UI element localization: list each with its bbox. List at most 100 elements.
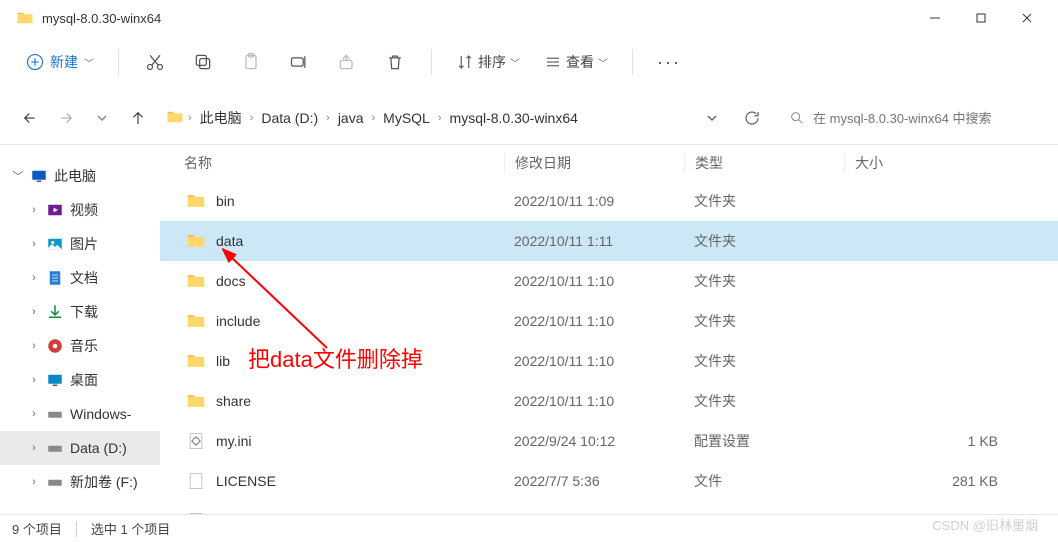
chevron-icon[interactable]: › [28,238,40,250]
view-button[interactable]: 查看 ﹀ [536,48,616,76]
tree-icon [46,303,64,321]
column-type[interactable]: 类型 [684,153,844,173]
cut-button[interactable] [135,44,175,80]
breadcrumb-item[interactable]: mysql-8.0.30-winx64 [446,108,582,128]
column-size[interactable]: 大小 [844,153,1058,173]
chevron-icon[interactable]: › [28,272,40,284]
column-name[interactable]: 名称 [184,153,504,173]
window-title: mysql-8.0.30-winx64 [42,11,912,26]
tree-icon [46,235,64,253]
breadcrumb-item[interactable]: MySQL [379,108,434,128]
file-name: bin [216,193,504,209]
sidebar-item[interactable]: ﹀ 此电脑 [0,159,160,193]
breadcrumb-item[interactable]: 此电脑 [196,106,246,130]
file-icon [184,189,208,213]
file-icon [184,429,208,453]
column-date[interactable]: 修改日期 [504,153,684,173]
file-icon [184,309,208,333]
file-name: LICENSE [216,473,504,489]
status-count: 9 个项目 [12,519,62,538]
file-name: docs [216,273,504,289]
sidebar-item[interactable]: ›图片 [0,227,160,261]
forward-button[interactable] [54,106,78,130]
sidebar-item[interactable]: ›音乐 [0,329,160,363]
file-type: 文件夹 [684,351,844,371]
breadcrumb[interactable]: › 此电脑 › Data (D:) › java › MySQL › mysql… [162,102,688,134]
file-type: 文件夹 [684,271,844,291]
tree-icon [46,337,64,355]
sidebar-item[interactable]: › Windows- [0,397,160,431]
sidebar-item[interactable]: › 下载 [0,295,160,329]
tree-label: Windows- [70,406,131,422]
sidebar-item[interactable]: › 视频 [0,193,160,227]
sidebar-item[interactable]: ›Data (D:) [0,431,160,465]
tree-label: 文档 [70,268,98,288]
new-button[interactable]: 新建 ﹀ [18,48,102,76]
file-row[interactable]: docs2022/10/11 1:10文件夹 [160,261,1058,301]
chevron-right-icon[interactable]: › [188,112,192,124]
file-name: lib [216,353,504,369]
file-row[interactable]: bin2022/10/11 1:09文件夹 [160,181,1058,221]
breadcrumb-item[interactable]: java [334,108,368,128]
chevron-right-icon[interactable]: › [438,112,442,124]
file-date: 2022/10/11 1:09 [504,193,684,209]
file-date: 2022/10/11 1:10 [504,393,684,409]
chevron-down-icon: ﹀ [84,55,94,70]
chevron-icon[interactable]: › [28,374,40,386]
maximize-button[interactable] [958,2,1004,34]
chevron-icon[interactable]: › [28,408,40,420]
tree-icon [46,405,64,423]
file-row[interactable]: LICENSE2022/7/7 5:36文件281 KB [160,461,1058,501]
share-button[interactable] [327,44,367,80]
chevron-right-icon[interactable]: › [372,112,376,124]
file-row[interactable]: include2022/10/11 1:10文件夹 [160,301,1058,341]
file-size: 1 KB [844,433,1058,449]
chevron-icon[interactable]: ﹀ [12,168,24,184]
recent-dropdown[interactable] [90,106,114,130]
file-row[interactable]: lib2022/10/11 1:10文件夹 [160,341,1058,381]
delete-button[interactable] [375,44,415,80]
file-type: 文件 [684,471,844,491]
breadcrumb-item[interactable]: Data (D:) [257,108,322,128]
tree-label: 新加卷 (F:) [70,472,138,492]
chevron-down-icon: ﹀ [598,55,608,70]
up-button[interactable] [126,106,150,130]
sort-button[interactable]: 排序 ﹀ [448,48,528,76]
rename-button[interactable] [279,44,319,80]
file-row[interactable]: data2022/10/11 1:11文件夹 [160,221,1058,261]
file-row[interactable]: my.ini2022/9/24 10:12配置设置1 KB [160,421,1058,461]
file-row[interactable]: share2022/10/11 1:10文件夹 [160,381,1058,421]
search-input[interactable] [813,111,1031,126]
chevron-icon[interactable]: › [28,476,40,488]
file-type: 文件夹 [684,191,844,211]
chevron-right-icon[interactable]: › [326,112,330,124]
chevron-icon[interactable]: › [28,306,40,318]
file-icon [184,389,208,413]
chevron-icon[interactable]: › [28,340,40,352]
more-button[interactable]: ··· [649,44,689,80]
sidebar-item[interactable]: › 新加卷 (F:) [0,465,160,499]
tree-label: 下载 [70,302,98,322]
new-label: 新建 [50,52,78,72]
sidebar-item[interactable]: ›桌面 [0,363,160,397]
copy-button[interactable] [183,44,223,80]
tree-icon [46,371,64,389]
chevron-right-icon[interactable]: › [250,112,254,124]
chevron-icon[interactable]: › [28,204,40,216]
chevron-icon[interactable]: › [28,442,40,454]
back-button[interactable] [18,106,42,130]
paste-button[interactable] [231,44,271,80]
breadcrumb-dropdown[interactable] [700,106,724,130]
sidebar: ﹀此电脑›视频›图片›文档›下载›音乐›桌面›Windows-›Data (D:… [0,145,160,517]
search-box[interactable] [780,102,1040,134]
tree-label: 视频 [70,200,98,220]
separator [76,521,77,537]
sidebar-item[interactable]: › 文档 [0,261,160,295]
tree-label: 此电脑 [54,166,96,186]
refresh-button[interactable] [736,102,768,134]
view-label: 查看 [566,52,594,72]
minimize-button[interactable] [912,2,958,34]
file-date: 2022/10/11 1:10 [504,273,684,289]
close-button[interactable] [1004,2,1050,34]
tree-icon [46,473,64,491]
